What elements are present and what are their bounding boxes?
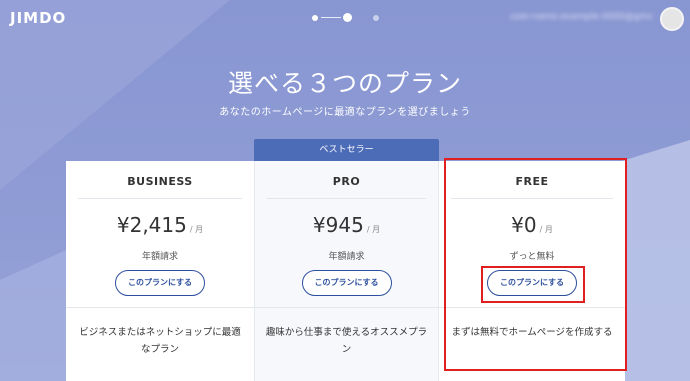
price-row: ¥945/ 月 xyxy=(255,213,438,237)
divider xyxy=(78,198,242,199)
divider xyxy=(451,198,613,199)
plan-price: ¥2,415 xyxy=(116,213,187,237)
plan-card-business: BUSINESS ¥2,415/ 月 年額請求 このプランにする ビジネスまたは… xyxy=(66,161,254,381)
step-2-dot-active xyxy=(343,13,352,22)
plan-description: ビジネスまたはネットショップに最適なプラン xyxy=(79,327,241,355)
plan-description: まずは無料でホームページを作成する xyxy=(451,327,613,338)
choose-pro-button[interactable]: このプランにする xyxy=(301,270,392,296)
bestseller-badge: ベストセラー xyxy=(254,139,439,162)
step-3-dot xyxy=(373,15,379,21)
plan-price: ¥945 xyxy=(312,213,364,237)
plan-price: ¥0 xyxy=(511,213,537,237)
page-title: 選べる３つのプラン xyxy=(227,69,462,98)
progress-steps xyxy=(312,13,382,23)
billing-note: ずっと無料 xyxy=(509,252,555,262)
page-subtitle: あなたのホームページに最適なプランを選びましょう xyxy=(219,107,471,118)
plan-name: BUSINESS xyxy=(127,175,193,188)
plan-description: 趣味から仕事まで使えるオススメプラン xyxy=(265,327,428,355)
price-period: / 月 xyxy=(366,225,381,234)
divider xyxy=(439,307,625,308)
avatar[interactable] xyxy=(660,7,684,31)
plan-card-pro: PRO ¥945/ 月 年額請求 このプランにする 趣味から仕事まで使えるオスス… xyxy=(254,161,439,381)
price-period: / 月 xyxy=(189,225,204,234)
user-email: user.name.example.0000@gmail.com xyxy=(510,12,652,22)
divider xyxy=(267,198,426,199)
choose-business-button[interactable]: このプランにする xyxy=(115,270,205,296)
plan-name: PRO xyxy=(332,175,361,188)
price-row: ¥2,415/ 月 xyxy=(66,213,254,237)
billing-note: 年額請求 xyxy=(328,252,365,262)
billing-note: 年額請求 xyxy=(141,252,178,262)
plan-name: FREE xyxy=(515,175,549,188)
divider xyxy=(255,307,438,308)
plan-card-free: FREE ¥0/ 月 ずっと無料 このプランにする まずは無料でホームページを作… xyxy=(439,161,625,381)
price-row: ¥0/ 月 xyxy=(439,213,625,237)
price-period: / 月 xyxy=(539,225,553,234)
divider xyxy=(66,307,254,308)
jimdo-logo[interactable]: JIMDO xyxy=(10,9,66,27)
step-connector xyxy=(321,17,341,18)
choose-free-button[interactable]: このプランにする xyxy=(487,270,577,296)
step-1-dot xyxy=(312,15,318,21)
